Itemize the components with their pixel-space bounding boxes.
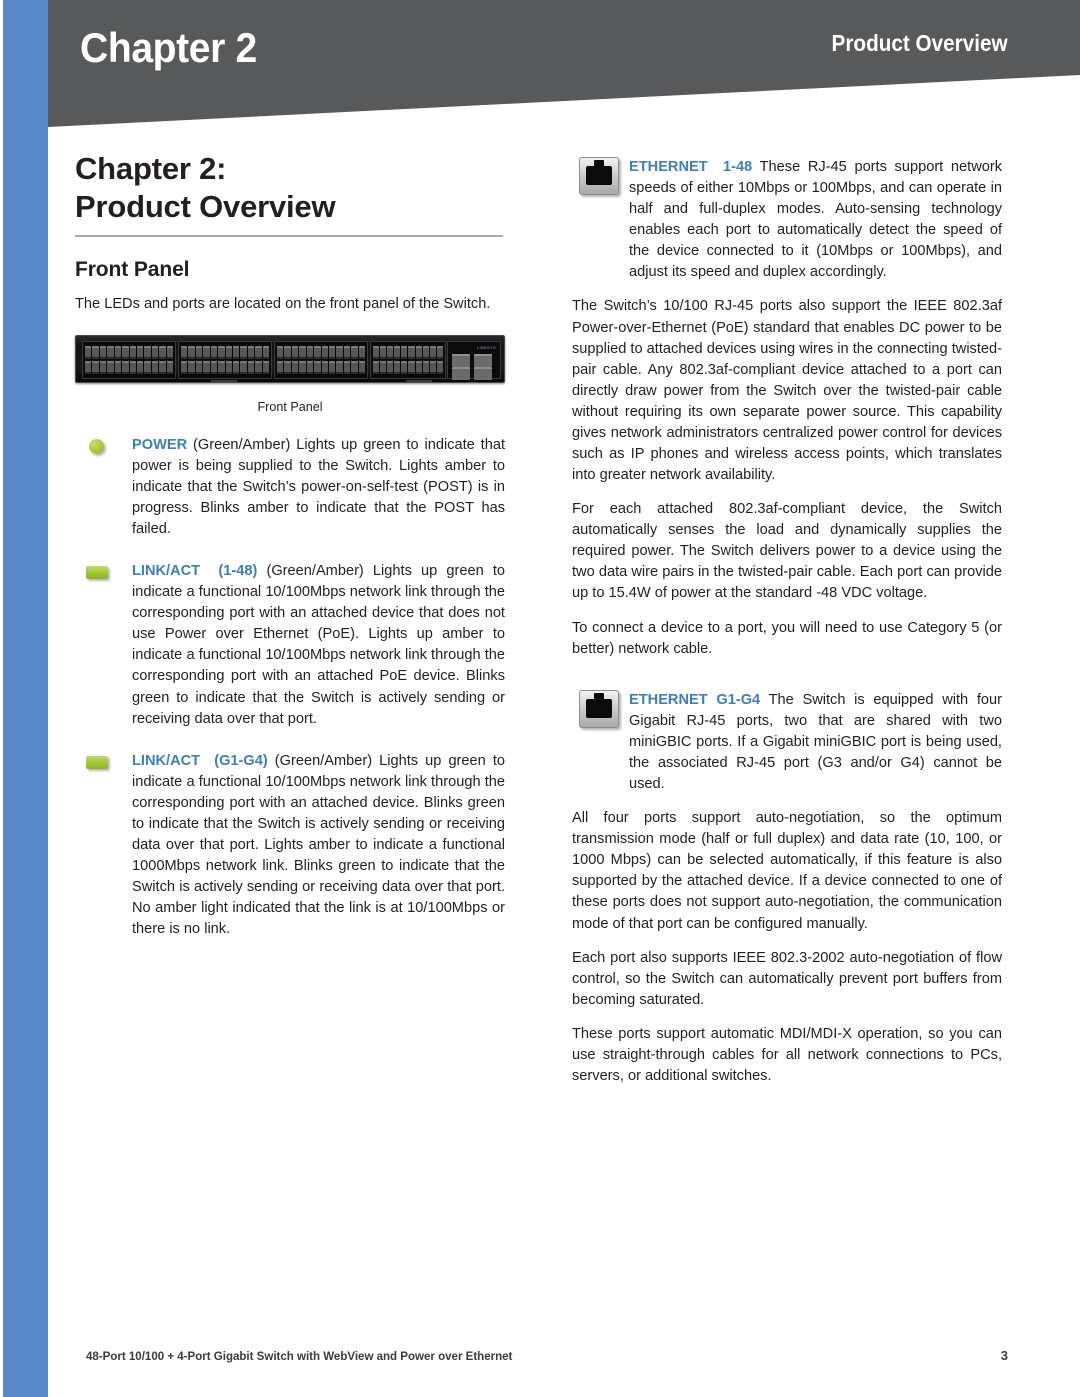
gigabit-paragraph-3: These ports support automatic MDI/MDI-X … xyxy=(572,1025,1002,1084)
page-footer: 48-Port 10/100 + 4-Port Gigabit Switch w… xyxy=(86,1348,1008,1363)
port-label: ETHERNET xyxy=(629,159,708,175)
port-section-ethernet-g1-g4: ETHERNET G1-G4 The Switch is equipped wi… xyxy=(572,689,1002,795)
header-section-label: Product Overview xyxy=(831,30,1008,56)
right-column: ETHERNET 1-48 These RJ-45 ports support … xyxy=(572,157,1002,1087)
port-lead-body: These RJ-45 ports support network speeds… xyxy=(629,159,1003,281)
port-row-top xyxy=(85,345,174,359)
port-bank-3 xyxy=(274,340,368,379)
port-bank-1 xyxy=(82,340,176,379)
port-row-top xyxy=(181,345,270,359)
port-row-top xyxy=(277,345,366,359)
led-body: (Green/Amber) Lights up green to indicat… xyxy=(132,436,505,538)
port-label: ETHERNET G1-G4 xyxy=(629,691,761,708)
green-round-led-icon xyxy=(89,438,104,454)
port-row-top xyxy=(373,345,443,359)
led-item-text: POWER (Green/Amber) Lights up green to i… xyxy=(132,435,505,540)
port-bank-2 xyxy=(178,340,272,379)
ethernet-paragraph-2: For each attached 802.3af-compliant devi… xyxy=(572,501,1002,602)
switch-device-image: LINKSYS xyxy=(75,334,505,383)
page-title-line1: Chapter 2: xyxy=(75,151,227,186)
front-panel-figure: LINKSYS Front Panel xyxy=(75,334,505,414)
section-heading-front-panel: Front Panel xyxy=(75,257,190,281)
intro-paragraph: The LEDs and ports are located on the fr… xyxy=(75,295,491,312)
left-accent-strip xyxy=(3,0,48,1397)
port-label-range: 1-48 xyxy=(723,159,753,175)
figure-caption: Front Panel xyxy=(257,399,323,414)
port-bank-4 xyxy=(370,340,446,379)
rack-foot-left xyxy=(211,379,237,382)
rack-foot-right xyxy=(406,379,432,382)
page-title: Chapter 2: Product Overview xyxy=(75,150,505,226)
led-item-text: LINK/ACT (G1-G4) (Green/Amber) Lights up… xyxy=(132,751,505,941)
footer-product-name: 48-Port 10/100 + 4-Port Gigabit Switch w… xyxy=(86,1349,513,1363)
port-section-lead: ETHERNET G1-G4 The Switch is equipped wi… xyxy=(629,690,1002,795)
port-section-lead: ETHERNET 1-48 These RJ-45 ports support … xyxy=(629,157,1002,283)
led-item-linkact-1-48: LINK/ACT (1-48) (Green/Amber) Lights up … xyxy=(75,561,505,730)
led-label-range: (G1-G4) xyxy=(214,752,268,769)
gigabit-paragraph-1: All four ports support auto-negotiation,… xyxy=(572,810,1002,932)
green-bar-led-icon xyxy=(86,755,108,769)
ethernet-paragraph-3: To connect a device to a port, you will … xyxy=(572,619,1002,657)
port-row-bottom xyxy=(85,360,174,374)
rj45-port-icon xyxy=(579,157,619,195)
port-section-ethernet-1-48: ETHERNET 1-48 These RJ-45 ports support … xyxy=(572,157,1002,283)
led-item-linkact-g1-g4: LINK/ACT (G1-G4) (Green/Amber) Lights up… xyxy=(75,751,505,941)
document-page: Chapter 2 Product Overview Chapter 2: Pr… xyxy=(0,0,1080,1397)
port-row-bottom xyxy=(181,360,270,374)
brand-logo: LINKSYS xyxy=(477,344,496,350)
ethernet-paragraph-1: The Switch’s 10/100 RJ-45 ports also sup… xyxy=(572,298,1002,484)
page-title-line2: Product Overview xyxy=(75,188,336,224)
green-bar-led-icon xyxy=(86,566,108,580)
port-row-bottom xyxy=(277,360,366,374)
led-item-text: LINK/ACT (1-48) (Green/Amber) Lights up … xyxy=(132,561,505,730)
header-chapter-label: Chapter 2 xyxy=(80,24,257,71)
footer-page-number: 3 xyxy=(1000,1348,1008,1363)
led-label: LINK/ACT xyxy=(132,752,201,769)
port-row-bottom xyxy=(373,360,443,374)
title-divider xyxy=(75,234,503,237)
gigabit-paragraph-2: Each port also supports IEEE 802.3-2002 … xyxy=(572,949,1002,1008)
led-label: LINK/ACT xyxy=(132,563,201,580)
left-column: Chapter 2: Product Overview Front Panel … xyxy=(75,150,505,940)
led-item-power: POWER (Green/Amber) Lights up green to i… xyxy=(75,435,505,540)
led-label-range: (1-48) xyxy=(218,563,258,580)
led-label: POWER xyxy=(132,436,188,453)
rj45-port-icon xyxy=(579,689,619,728)
led-body: (Green/Amber) Lights up green to indicat… xyxy=(132,752,505,938)
led-body: (Green/Amber) Lights up green to indicat… xyxy=(132,563,506,727)
gigabit-port-bank: LINKSYS xyxy=(447,340,501,380)
